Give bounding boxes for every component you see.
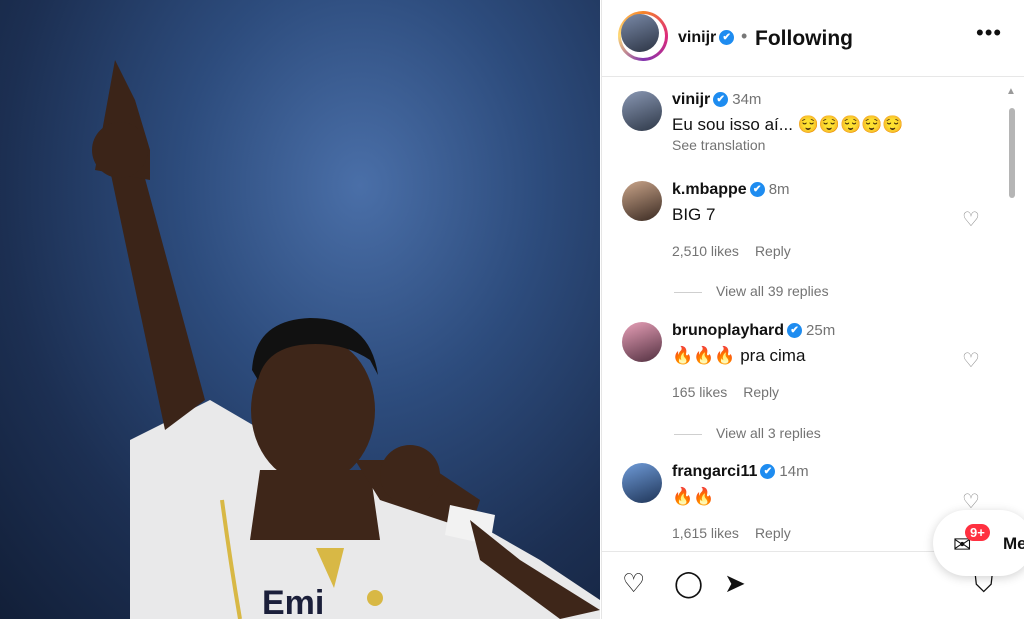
avatar[interactable] (618, 11, 668, 61)
verified-badge-icon: ✔ (713, 92, 729, 108)
separator-dot: • (741, 26, 748, 46)
more-options-icon[interactable]: ••• (976, 20, 1002, 46)
like-heart-icon[interactable]: ♡ (622, 568, 645, 599)
shirt-sponsor-text: Emi (262, 584, 324, 619)
comment-text: 🔥🔥🔥 pra cima (672, 346, 806, 365)
verified-badge-icon: ✔ (787, 323, 803, 339)
comment-username[interactable]: k.mbappe (672, 181, 747, 198)
comment-avatar[interactable] (622, 91, 662, 131)
comments-scrollbar[interactable]: ▲ (1006, 86, 1018, 546)
comment-time: 34m (732, 91, 762, 108)
comment-time: 8m (768, 181, 790, 198)
verified-badge-icon: ✔ (760, 464, 776, 480)
reply-button[interactable]: Reply (755, 525, 791, 541)
scroll-up-icon[interactable]: ▲ (1006, 86, 1016, 97)
post-author[interactable]: vinijr ✔ (678, 29, 735, 47)
following-button[interactable]: Following (755, 27, 853, 51)
verified-badge-icon: ✔ (749, 182, 765, 198)
verified-badge-icon: ✔ (719, 30, 735, 46)
view-replies-button[interactable]: View all 3 replies (674, 425, 821, 441)
post-author-name[interactable]: vinijr (678, 29, 716, 46)
comment-username[interactable]: vinijr (672, 91, 710, 108)
like-comment-heart-icon[interactable]: ♡ (962, 207, 980, 232)
comment-avatar[interactable] (622, 181, 662, 221)
comment-avatar[interactable] (622, 463, 662, 503)
comment-likes[interactable]: 2,510 likes (672, 243, 739, 259)
like-comment-heart-icon[interactable]: ♡ (962, 348, 980, 373)
comment-avatar[interactable] (622, 322, 662, 362)
post-header: vinijr ✔ • Following ••• (602, 0, 1024, 77)
unread-badge: 9+ (965, 524, 990, 541)
comment-text: BIG 7 (672, 205, 716, 224)
comment-likes[interactable]: 165 likes (672, 384, 727, 400)
share-icon[interactable]: ➤ (724, 568, 746, 599)
reply-button[interactable]: Reply (743, 384, 779, 400)
comment-text: Eu sou isso aí... 😌😌😌😌😌 (672, 115, 904, 134)
comment-username[interactable]: brunoplayhard (672, 322, 784, 339)
post-photo: Emi (0, 0, 600, 619)
comment-time: 25m (806, 322, 836, 339)
comment-time: 14m (779, 463, 809, 480)
comment-username[interactable]: frangarci11 (672, 463, 757, 480)
comments-list: vinijr ✔ 34m Eu sou isso aí... 😌😌😌😌😌 See t… (602, 77, 1024, 550)
messages-label: Me (1003, 534, 1024, 553)
view-replies-button[interactable]: View all 39 replies (674, 283, 829, 299)
player-illustration: Emi (92, 60, 600, 619)
comment-likes[interactable]: 1,615 likes (672, 525, 739, 541)
comment-icon[interactable]: ◯ (674, 568, 703, 599)
comment-text: 🔥🔥 (672, 487, 715, 506)
reply-button[interactable]: Reply (755, 243, 791, 259)
messages-button[interactable]: ✉ 9+ Me (933, 510, 1024, 576)
see-translation-link[interactable]: See translation (672, 137, 765, 153)
scrollbar-thumb[interactable] (1009, 108, 1015, 198)
